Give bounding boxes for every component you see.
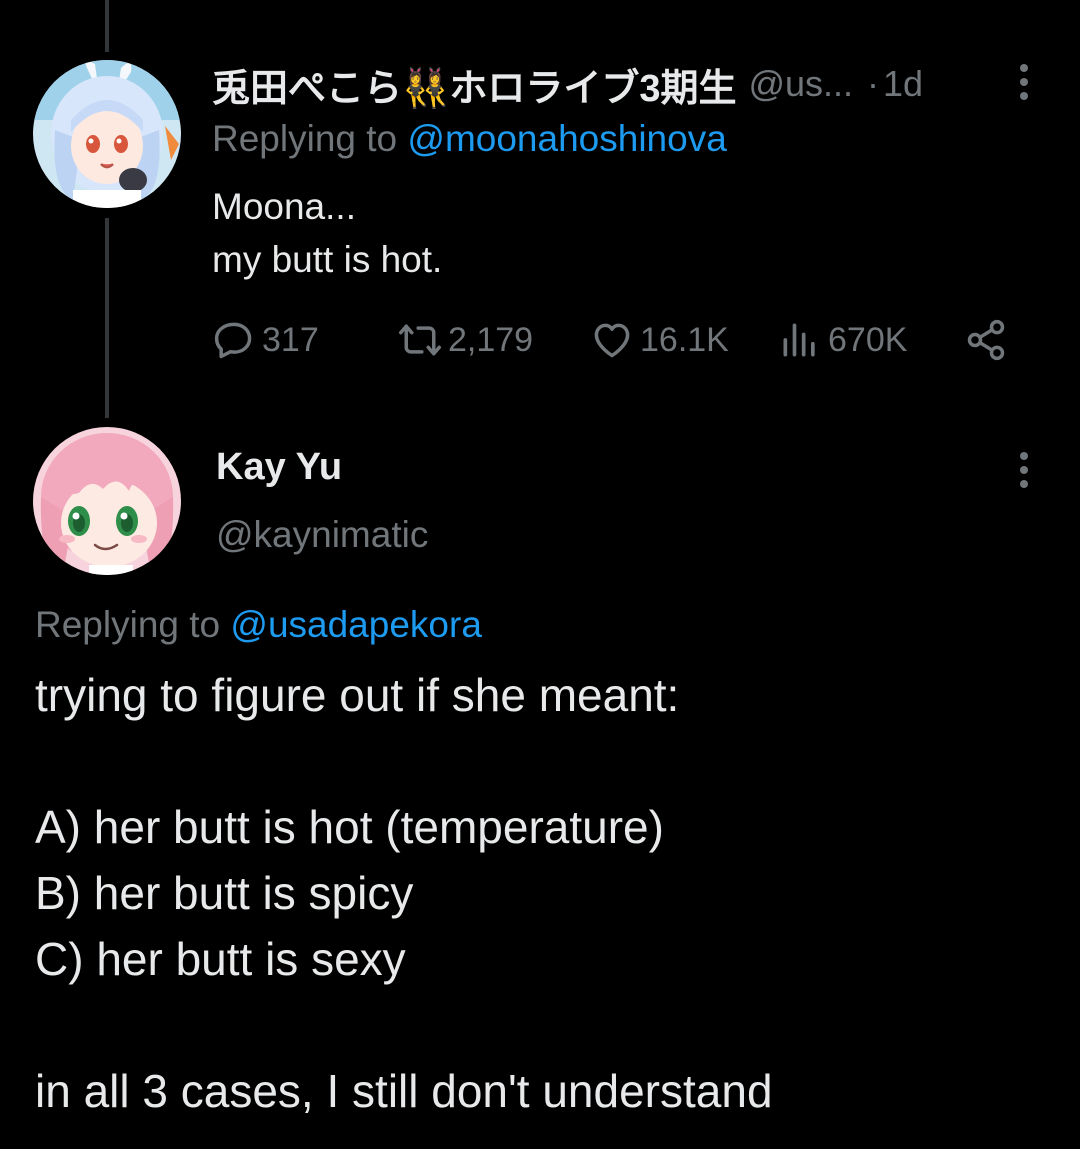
like-count: 16.1K (640, 320, 729, 359)
tweet2-replying-to: Replying to @usadapekora (35, 604, 482, 646)
reply-button[interactable]: 317 (212, 310, 319, 370)
tweet1-reply-mention[interactable]: @moonahoshinova (407, 118, 726, 159)
thread-line-top (105, 0, 109, 52)
tweet1-action-bar: 317 2,179 16.1K 670K (212, 310, 1012, 370)
tweet1-timestamp[interactable]: 1d (883, 63, 923, 105)
retweet-count: 2,179 (448, 320, 534, 359)
like-button[interactable]: 16.1K (590, 310, 729, 370)
tweet1-replying-to: Replying to @moonahoshinova (212, 118, 727, 160)
views-count: 670K (828, 320, 908, 359)
replying-to-label: Replying to (35, 604, 231, 645)
tweet-thread: 兎田ぺこら👯‍♀️ホロライブ3期生 @us... · 1d Replying t… (0, 0, 1080, 1149)
retweet-icon (399, 324, 441, 356)
tweet1-body: Moona... my butt is hot. (212, 180, 442, 286)
tweet2-body-line: in all 3 cases, I still don't understand (35, 1065, 773, 1117)
avatar-usadapekora[interactable] (33, 60, 181, 208)
tweet2-body-line (35, 728, 773, 794)
tweet1-body-line: Moona... (212, 186, 356, 227)
reply-count: 317 (262, 320, 319, 359)
tweet2-reply-mention[interactable]: @usadapekora (230, 604, 482, 645)
tweet1-body-line: my butt is hot. (212, 239, 443, 280)
tweet2-body: trying to figure out if she meant: A) he… (35, 662, 773, 1124)
tweet1-separator: · (867, 63, 880, 104)
share-button[interactable] (964, 310, 1014, 370)
views-icon (783, 323, 815, 357)
avatar-kaynimatic[interactable] (33, 427, 181, 575)
thread-line-connector (105, 218, 109, 418)
tweet1-display-name[interactable]: 兎田ぺこら👯‍♀️ホロライブ3期生 (212, 57, 736, 112)
tweet2-body-line: trying to figure out if she meant: (35, 669, 680, 721)
retweet-button[interactable]: 2,179 (398, 310, 533, 370)
more-icon[interactable] (1016, 62, 1032, 102)
tweet1-header: 兎田ぺこら👯‍♀️ホロライブ3期生 @us... · 1d (212, 56, 923, 112)
tweet2-body-line (35, 992, 773, 1058)
like-icon (594, 323, 630, 358)
tweet2-body-line: C) her butt is sexy (35, 933, 406, 985)
replying-to-label: Replying to (212, 118, 408, 159)
more-icon[interactable] (1016, 450, 1032, 490)
share-icon (967, 319, 1005, 361)
tweet1-handle[interactable]: @us... (748, 63, 853, 105)
reply-icon (214, 322, 252, 359)
views-button[interactable]: 670K (778, 310, 907, 370)
tweet2-body-line: B) her butt is spicy (35, 867, 414, 919)
tweet2-display-name[interactable]: Kay Yu (216, 446, 342, 489)
tweet2-handle[interactable]: @kaynimatic (216, 514, 428, 556)
tweet2-body-line: A) her butt is hot (temperature) (35, 801, 664, 853)
